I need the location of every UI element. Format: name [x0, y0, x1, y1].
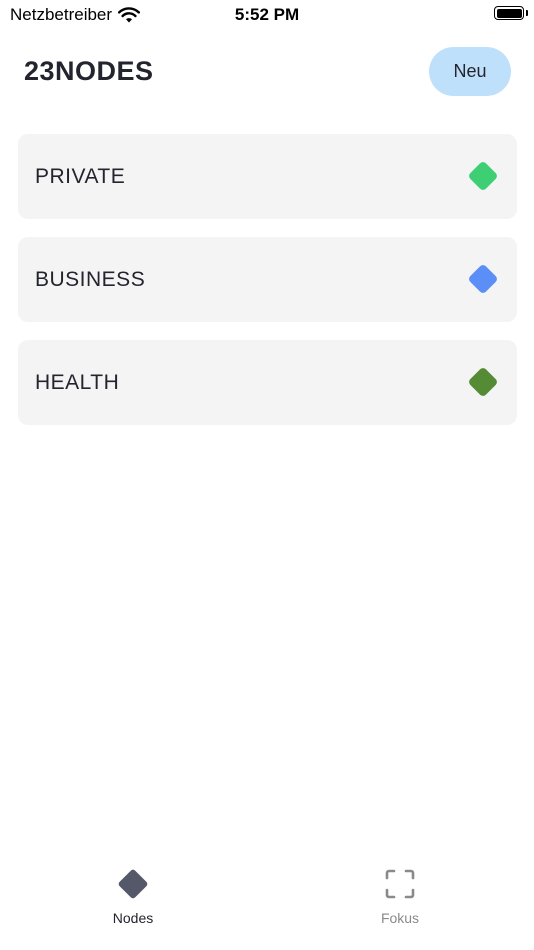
tab-bar: Nodes Fokus: [0, 864, 534, 950]
status-bar: Netzbetreiber 5:52 PM: [0, 0, 534, 30]
diamond-icon: [467, 263, 499, 295]
app-title: 23NODES: [24, 56, 154, 86]
battery-icon: [494, 6, 524, 20]
tab-icon-wrap: [73, 864, 193, 904]
diamond-icon: [117, 868, 149, 900]
battery-cap: [526, 10, 528, 16]
node-card-private[interactable]: PRIVATE: [18, 134, 517, 219]
node-card-business[interactable]: BUSINESS: [18, 237, 517, 322]
screen: Netzbetreiber 5:52 PM 23NODES Neu PRIVAT…: [0, 0, 534, 950]
tab-label: Nodes: [112, 910, 154, 926]
tab-nodes[interactable]: Nodes: [73, 864, 193, 950]
tab-label: Fokus: [380, 910, 420, 926]
new-node-button[interactable]: Neu: [429, 47, 511, 96]
focus-frame-icon: [385, 869, 415, 899]
node-list: PRIVATE BUSINESS HEALTH: [18, 134, 517, 443]
diamond-icon: [467, 160, 499, 192]
node-label: BUSINESS: [35, 268, 146, 291]
diamond-icon: [467, 366, 499, 398]
node-label: PRIVATE: [35, 165, 126, 188]
header: 23NODES Neu: [0, 47, 534, 97]
status-time: 5:52 PM: [234, 5, 300, 24]
battery-fill: [496, 8, 522, 18]
tab-icon-wrap: [340, 864, 460, 904]
node-card-health[interactable]: HEALTH: [18, 340, 517, 425]
node-label: HEALTH: [35, 371, 120, 394]
tab-fokus[interactable]: Fokus: [340, 864, 460, 950]
